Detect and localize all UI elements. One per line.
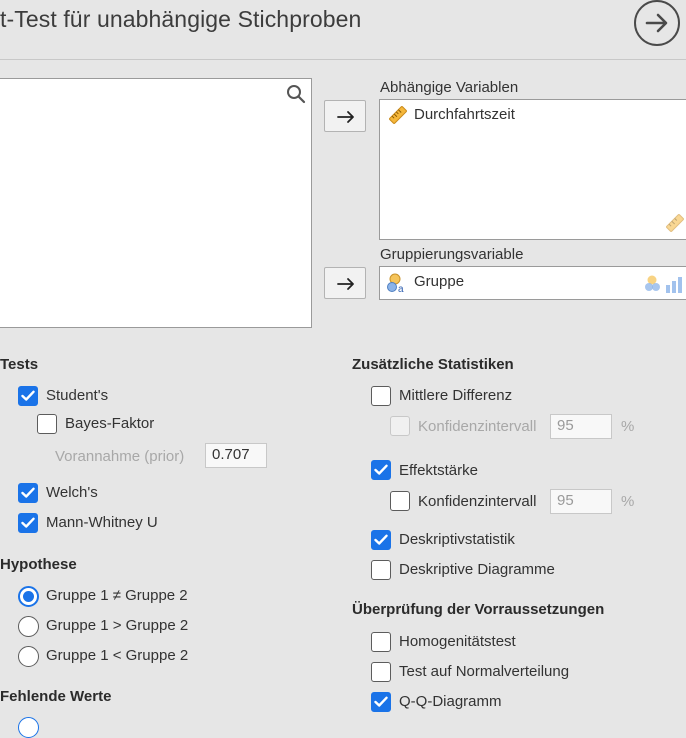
bayes-factor-checkbox[interactable] [37, 414, 57, 434]
run-button[interactable] [634, 0, 680, 46]
effect-size-label: Effektstärke [399, 462, 478, 479]
bayes-factor-label: Bayes-Faktor [65, 415, 155, 432]
confidence-interval-1-label: Konfidenzintervall [418, 418, 537, 435]
check-icon [21, 517, 35, 528]
prior-label: Vorannahme (prior) [55, 448, 185, 465]
normality-checkbox[interactable] [371, 662, 391, 682]
move-to-grouping-button[interactable] [324, 267, 366, 299]
ruler-icon [665, 213, 685, 233]
search-icon[interactable] [286, 84, 306, 104]
descriptive-plots-checkbox[interactable] [371, 560, 391, 580]
tests-heading: Tests [0, 356, 39, 373]
missing-values-radio[interactable] [18, 717, 39, 738]
confidence-interval-2-label: Konfidenzintervall [418, 493, 537, 510]
students-checkbox[interactable] [18, 386, 38, 406]
source-variable-list[interactable] [0, 78, 312, 328]
hypothesis-radio-not-equal[interactable] [18, 586, 39, 607]
hypothesis-radio-greater[interactable] [18, 616, 39, 637]
descriptives-label: Deskriptivstatistik [399, 531, 515, 548]
allowed-types-icon [644, 273, 686, 295]
missing-values-heading: Fehlende Werte [0, 688, 112, 705]
normality-label: Test auf Normalverteilung [399, 663, 570, 680]
arrow-right-icon [337, 111, 354, 123]
mann-whitney-label: Mann-Whitney U [46, 514, 158, 531]
arrow-right-icon [337, 278, 354, 290]
confidence-interval-2-checkbox[interactable] [390, 491, 410, 511]
grouping-variable-item[interactable]: Gruppe [414, 273, 464, 290]
header-divider [0, 59, 686, 60]
hypothesis-radio-less[interactable] [18, 646, 39, 667]
check-icon [21, 487, 35, 498]
mean-difference-label: Mittlere Differenz [399, 387, 513, 404]
descriptive-plots-label: Deskriptive Diagramme [399, 561, 555, 578]
students-label: Student's [46, 387, 109, 404]
check-icon [374, 464, 388, 475]
grouping-variable-label: Gruppierungsvariable [380, 246, 524, 263]
welchs-label: Welch's [46, 484, 98, 501]
move-to-dependent-button[interactable] [324, 100, 366, 132]
svg-text:a: a [398, 284, 404, 294]
check-icon [374, 534, 388, 545]
dependent-variables-label: Abhängige Variablen [380, 79, 519, 96]
arrow-circle-right-icon [645, 13, 668, 33]
qq-plot-checkbox[interactable] [371, 692, 391, 712]
check-icon [374, 696, 388, 707]
dependent-variable-item[interactable]: Durchfahrtszeit [414, 106, 515, 123]
confidence-interval-1-input[interactable]: 95 [550, 414, 612, 439]
confidence-interval-2-input[interactable]: 95 [550, 489, 612, 514]
nominal-icon: a [387, 272, 409, 295]
percent-unit-1: % [621, 418, 635, 435]
check-icon [21, 390, 35, 401]
descriptives-checkbox[interactable] [371, 530, 391, 550]
percent-unit-2: % [621, 493, 635, 510]
welchs-checkbox[interactable] [18, 483, 38, 503]
confidence-interval-1-checkbox[interactable] [390, 416, 410, 436]
qq-plot-label: Q-Q-Diagramm [399, 693, 502, 710]
homogeneity-label: Homogenitätstest [399, 633, 516, 650]
hypothesis-option-label: Gruppe 1 < Gruppe 2 [46, 647, 189, 664]
assumption-checks-heading: Überprüfung der Vorraussetzungen [352, 601, 605, 618]
effect-size-checkbox[interactable] [371, 460, 391, 480]
homogeneity-checkbox[interactable] [371, 632, 391, 652]
page-title: t-Test für unabhängige Stichproben [0, 6, 362, 32]
prior-input[interactable]: 0.707 [205, 443, 267, 468]
mann-whitney-checkbox[interactable] [18, 513, 38, 533]
hypothesis-heading: Hypothese [0, 556, 77, 573]
hypothesis-option-label: Gruppe 1 ≠ Gruppe 2 [46, 587, 188, 604]
hypothesis-option-label: Gruppe 1 > Gruppe 2 [46, 617, 189, 634]
mean-difference-checkbox[interactable] [371, 386, 391, 406]
additional-statistics-heading: Zusätzliche Statistiken [352, 356, 514, 373]
ruler-icon [388, 105, 408, 125]
